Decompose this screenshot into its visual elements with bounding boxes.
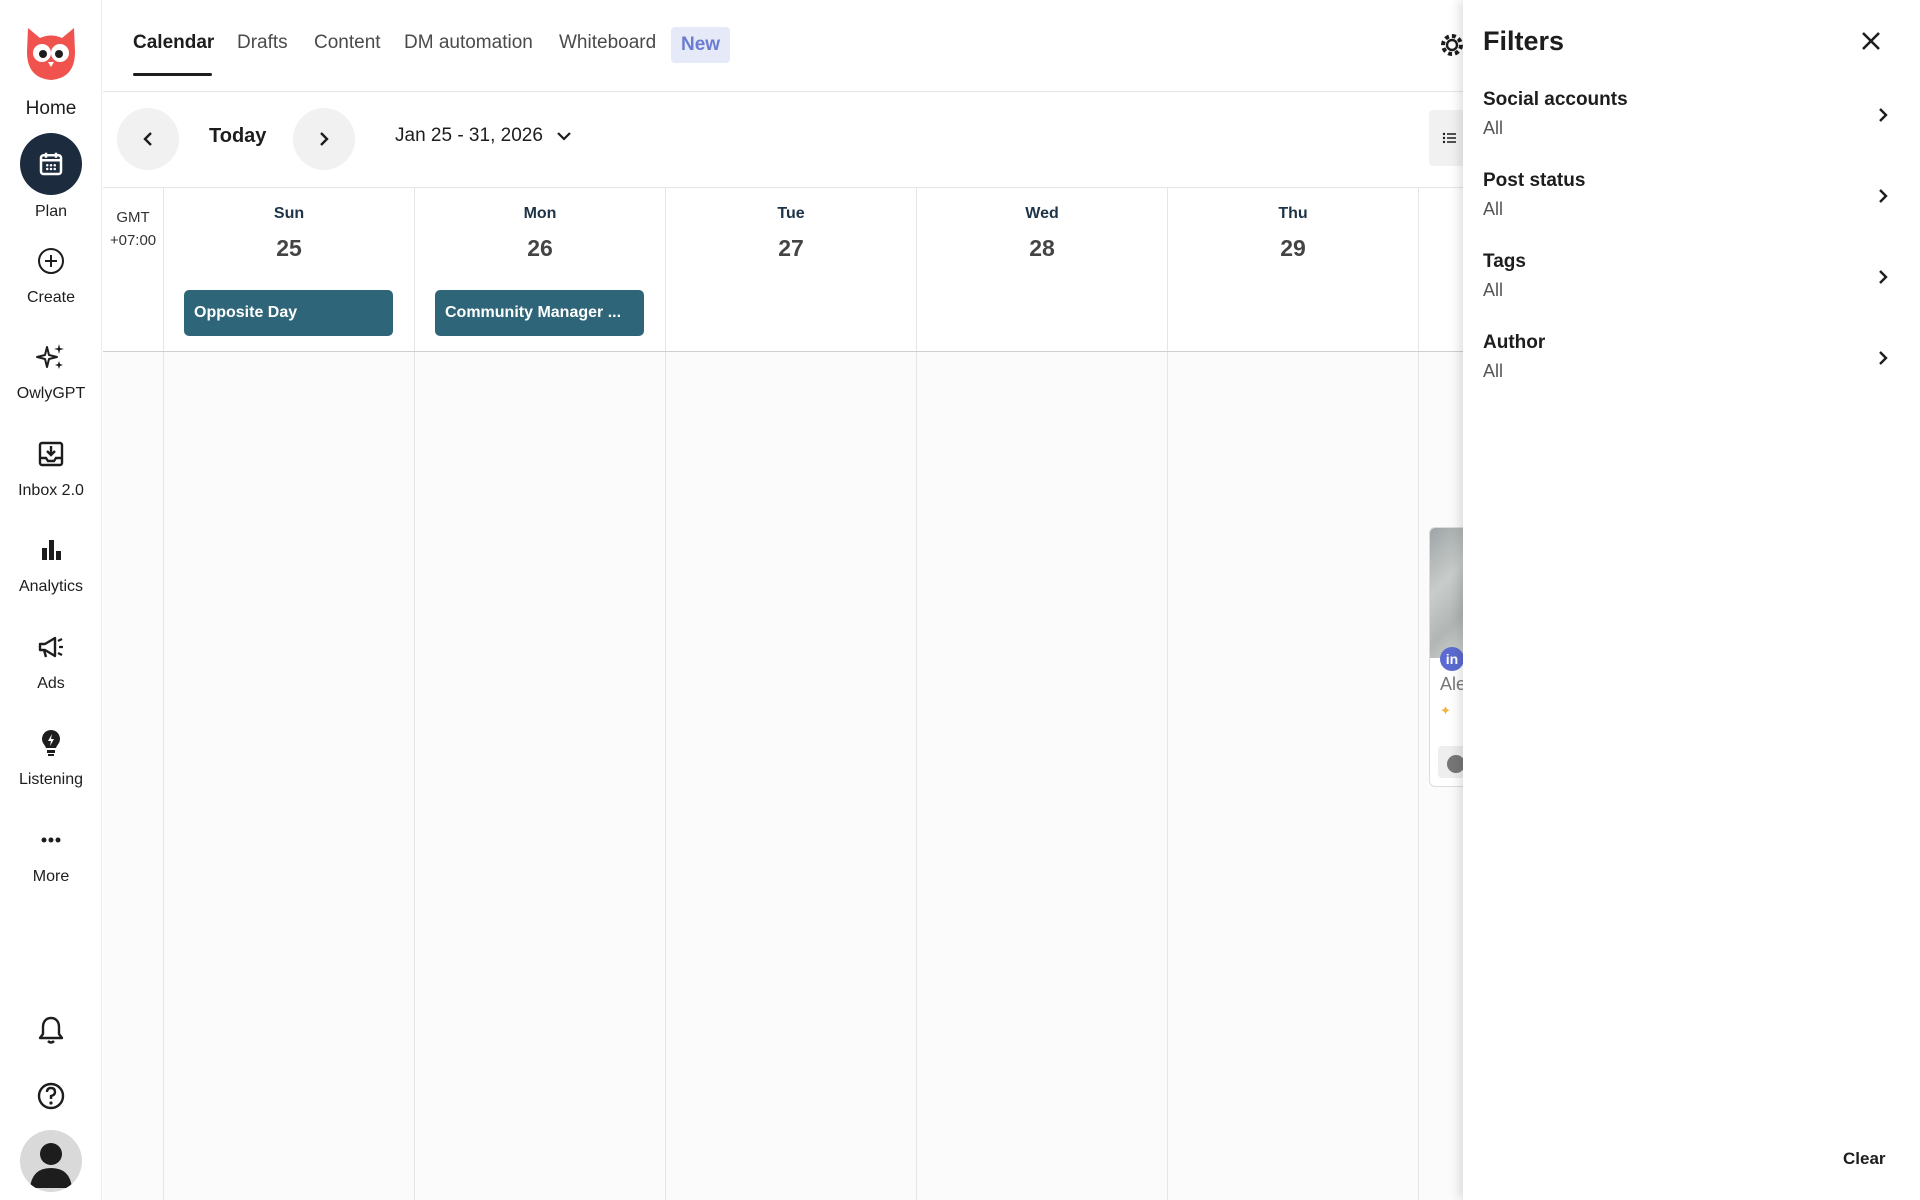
filter-value: All xyxy=(1483,199,1504,219)
avatar[interactable] xyxy=(20,1130,82,1192)
filter-value: All xyxy=(1483,361,1504,381)
filters-title: Filters xyxy=(1483,26,1565,56)
day-column-thu[interactable]: Thu 29 xyxy=(1167,188,1418,351)
ellipsis-icon xyxy=(35,824,67,856)
day-name: Mon xyxy=(523,205,557,222)
tab-calendar[interactable]: Calendar xyxy=(133,32,214,54)
filter-tags[interactable]: Tags All xyxy=(1463,251,1920,331)
day-name: Sun xyxy=(273,205,305,222)
day-column-fri-partial[interactable] xyxy=(1418,188,1463,351)
filter-label: Author xyxy=(1483,332,1546,353)
day-number: 27 xyxy=(778,235,804,261)
chevron-left-icon xyxy=(143,132,152,146)
help-icon[interactable] xyxy=(31,1076,71,1116)
linkedin-icon: in xyxy=(1440,647,1464,671)
day-column-sun[interactable]: Sun 25 Opposite Day xyxy=(163,188,414,351)
nav-item-analytics[interactable]: Analytics xyxy=(0,534,102,596)
chevron-down-icon xyxy=(557,132,571,141)
clear-filters-button[interactable]: Clear xyxy=(1843,1149,1886,1169)
lightbulb-icon xyxy=(35,727,67,759)
sparkle-icon: ✦ xyxy=(1440,703,1451,718)
tab-whiteboard[interactable]: Whiteboard xyxy=(559,32,656,54)
day-column-wed[interactable]: Wed 28 xyxy=(916,188,1167,351)
timezone-name: GMT xyxy=(116,209,150,226)
nav-item-label: More xyxy=(32,868,70,885)
day-number: 25 xyxy=(276,235,302,261)
chevron-right-icon xyxy=(1879,270,1888,284)
plus-circle-icon xyxy=(35,245,67,277)
calendar-grid[interactable]: in Ale ✦ xyxy=(103,352,1469,1200)
calendar-icon xyxy=(20,133,82,195)
grid-column-line xyxy=(1167,352,1168,1200)
next-week-button[interactable] xyxy=(293,108,355,170)
day-column-mon[interactable]: Mon 26 Community Manager ... xyxy=(414,188,665,351)
filter-value: All xyxy=(1483,118,1504,138)
nav-item-owlygpt[interactable]: OwlyGPT xyxy=(0,341,102,403)
new-badge: New xyxy=(671,27,731,63)
bell-icon[interactable] xyxy=(31,1010,71,1050)
filter-social-accounts[interactable]: Social accounts All xyxy=(1463,89,1920,169)
grid-column-line xyxy=(1418,352,1419,1200)
nav-item-label: Analytics xyxy=(18,578,84,595)
date-range-label: Jan 25 - 31, 2026 xyxy=(395,125,543,146)
nav-item-listening[interactable]: Listening xyxy=(0,727,102,789)
date-range-selector[interactable]: Jan 25 - 31, 2026 xyxy=(395,125,573,147)
event-opposite-day[interactable]: Opposite Day xyxy=(184,290,393,336)
bar-chart-icon xyxy=(35,534,67,566)
filter-post-status[interactable]: Post status All xyxy=(1463,170,1920,250)
previous-week-button[interactable] xyxy=(117,108,179,170)
day-name: Wed xyxy=(1025,205,1059,222)
day-name: Tue xyxy=(777,205,805,222)
grid-column-line xyxy=(665,352,666,1200)
chevron-right-icon xyxy=(320,132,329,146)
chevron-right-icon xyxy=(1879,108,1888,122)
close-icon[interactable] xyxy=(1856,26,1886,56)
nav-item-inbox[interactable]: Inbox 2.0 xyxy=(0,438,102,500)
week-calendar: GMT +07:00 Sun 25 Opposite Day Mon 26 Co… xyxy=(103,187,1469,1200)
grid-column-line xyxy=(163,352,164,1200)
tab-drafts[interactable]: Drafts xyxy=(237,32,288,54)
filter-label: Tags xyxy=(1483,251,1526,272)
event-community-manager[interactable]: Community Manager ... xyxy=(435,290,644,336)
nav-item-label: Plan xyxy=(34,203,68,220)
sparkles-icon xyxy=(35,341,67,373)
list-icon xyxy=(1442,132,1456,144)
nav-item-label: Listening xyxy=(18,771,84,788)
inbox-icon xyxy=(35,438,67,470)
nav-item-label: OwlyGPT xyxy=(16,385,86,402)
day-name: Thu xyxy=(1278,205,1308,222)
nav-item-label: Create xyxy=(26,289,76,306)
day-number: 28 xyxy=(1029,235,1055,261)
day-number: 29 xyxy=(1280,235,1306,261)
grid-column-line xyxy=(414,352,415,1200)
tab-content[interactable]: Content xyxy=(314,32,381,54)
filter-label: Post status xyxy=(1483,170,1586,191)
filter-author[interactable]: Author All xyxy=(1463,332,1920,412)
home-label[interactable]: Home xyxy=(0,98,102,120)
timezone-offset: +07:00 xyxy=(109,232,157,249)
nav-item-label: Inbox 2.0 xyxy=(18,482,84,499)
nav-item-more[interactable]: More xyxy=(0,824,102,886)
hootsuite-owl-logo-icon[interactable] xyxy=(20,22,82,84)
filters-panel: Filters Social accounts All Post status … xyxy=(1463,0,1920,1200)
chevron-right-icon xyxy=(1879,189,1888,203)
day-number: 26 xyxy=(527,235,553,261)
filter-label: Social accounts xyxy=(1483,89,1628,110)
megaphone-icon xyxy=(35,631,67,663)
left-nav: Home Plan Create OwlyGPT Inbox 2.0 Analy… xyxy=(0,0,102,1200)
active-tab-indicator xyxy=(133,73,212,76)
today-button[interactable]: Today xyxy=(209,125,266,148)
chevron-right-icon xyxy=(1879,351,1888,365)
filter-value: All xyxy=(1483,280,1504,300)
nav-item-label: Ads xyxy=(37,675,65,692)
nav-item-create[interactable]: Create xyxy=(0,245,102,307)
tab-dm-automation[interactable]: DM automation xyxy=(404,32,533,54)
timezone-label: GMT +07:00 xyxy=(103,206,163,252)
day-column-tue[interactable]: Tue 27 xyxy=(665,188,916,351)
nav-item-plan[interactable]: Plan xyxy=(0,133,102,221)
grid-column-line xyxy=(916,352,917,1200)
nav-item-ads[interactable]: Ads xyxy=(0,631,102,693)
